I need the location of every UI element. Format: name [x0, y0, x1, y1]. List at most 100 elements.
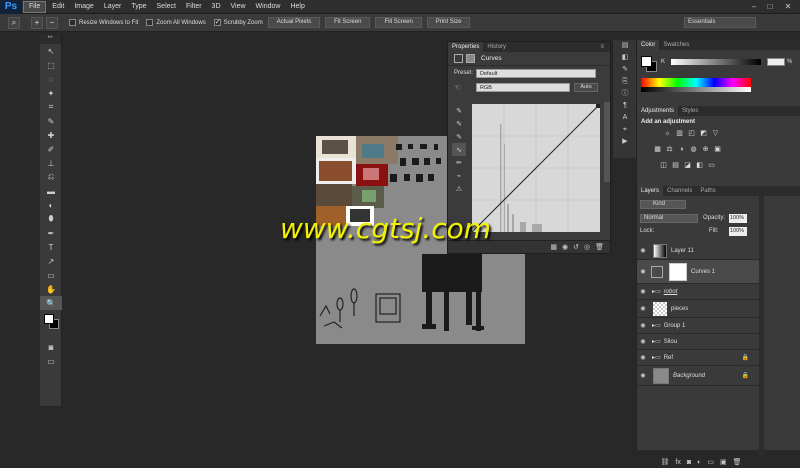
- fill-field[interactable]: 100%: [729, 227, 747, 236]
- path-select-tool-icon[interactable]: ↗: [40, 254, 62, 268]
- close-button[interactable]: ✕: [782, 1, 794, 12]
- black-point-icon[interactable]: ✎: [452, 104, 466, 117]
- tab-adjustments[interactable]: Adjustments: [637, 106, 679, 116]
- healing-brush-tool-icon[interactable]: ✚: [40, 128, 62, 142]
- hand-tool-icon[interactable]: ✋: [40, 282, 62, 296]
- foreground-color-swatch[interactable]: [44, 314, 54, 324]
- eye-icon[interactable]: ◉: [637, 354, 649, 361]
- smooth-icon[interactable]: ⌁: [452, 169, 466, 182]
- levels-icon[interactable]: ▥: [675, 130, 684, 138]
- maximize-button[interactable]: □: [764, 1, 776, 12]
- properties-icon[interactable]: ◧: [613, 52, 637, 64]
- blend-mode-select[interactable]: Normal: [640, 214, 698, 223]
- scrubby-zoom-checkbox[interactable]: ✓ Scrubby Zoom: [213, 19, 263, 26]
- checkbox-box[interactable]: [146, 19, 154, 26]
- tab-properties[interactable]: Properties: [448, 42, 484, 52]
- fit-screen-button[interactable]: Fit Screen: [325, 17, 371, 28]
- mask-icon[interactable]: [466, 54, 475, 63]
- folder-icon[interactable]: ▸▭: [652, 354, 661, 361]
- fill-screen-button[interactable]: Fill Screen: [375, 17, 422, 28]
- eye-icon[interactable]: ◉: [637, 268, 649, 275]
- eye-icon[interactable]: ◉: [637, 247, 649, 254]
- tab-history[interactable]: History: [483, 42, 510, 52]
- pen-tool-icon[interactable]: ✒: [40, 226, 62, 240]
- eye-icon[interactable]: ◉: [637, 322, 649, 329]
- tab-styles[interactable]: Styles: [678, 106, 702, 116]
- check-icon[interactable]: ✓: [213, 19, 221, 26]
- print-size-button[interactable]: Print Size: [426, 17, 471, 28]
- properties-scrollbar[interactable]: [604, 102, 610, 182]
- k-slider[interactable]: [671, 59, 761, 65]
- eye-icon[interactable]: ◉: [637, 288, 649, 295]
- screen-mode-icon[interactable]: ▭: [40, 354, 62, 368]
- layer-filter-select[interactable]: Kind: [640, 200, 686, 209]
- menu-view[interactable]: View: [226, 0, 251, 14]
- threshold-icon[interactable]: ◪: [683, 162, 692, 170]
- zoom-out-icon[interactable]: −: [46, 16, 58, 29]
- gray-point-icon[interactable]: ✎: [452, 117, 466, 130]
- tab-swatches[interactable]: Swatches: [659, 40, 693, 50]
- add-mask-icon[interactable]: ◙: [687, 459, 691, 466]
- layer-mask-thumbnail[interactable]: [669, 262, 687, 281]
- pencil-curve-icon[interactable]: ✏: [452, 156, 466, 169]
- fx-icon[interactable]: fx: [675, 459, 680, 466]
- dodge-tool-icon[interactable]: ⬮: [40, 212, 62, 226]
- menu-image[interactable]: Image: [69, 0, 98, 14]
- clone-source-icon[interactable]: ⎘: [613, 76, 637, 88]
- menu-layer[interactable]: Layer: [99, 0, 127, 14]
- zoom-all-windows-checkbox[interactable]: Zoom All Windows: [146, 19, 206, 26]
- resize-windows-checkbox[interactable]: Resize Windows to Fit: [69, 19, 138, 26]
- color-balance-icon[interactable]: ⚖: [665, 146, 674, 154]
- grayscale-ramp[interactable]: [641, 87, 751, 92]
- shape-tool-icon[interactable]: ▭: [40, 268, 62, 282]
- channel-select[interactable]: RGB: [476, 82, 570, 92]
- layer-row[interactable]: ◉ ▸▭ Group 1: [637, 318, 759, 334]
- folder-icon[interactable]: ▸▭: [652, 288, 661, 295]
- layer-row[interactable]: ◉ pieces: [637, 300, 759, 318]
- photo-filter-icon[interactable]: ◍: [689, 146, 698, 154]
- foreground-color-swatch[interactable]: [641, 56, 652, 67]
- selective-color-icon[interactable]: ◧: [695, 162, 704, 170]
- zoom-tool-icon[interactable]: ⌕: [8, 16, 20, 29]
- adjustment-layer-icon[interactable]: ◐: [697, 459, 701, 466]
- menu-help[interactable]: Help: [285, 0, 309, 14]
- channel-mixer-icon[interactable]: ⊕: [701, 146, 710, 154]
- minimize-button[interactable]: –: [748, 1, 760, 12]
- layer-row[interactable]: ◉ ▸▭ Ref 🔒: [637, 350, 759, 366]
- preset-select[interactable]: Default: [476, 68, 596, 78]
- view-previous-icon[interactable]: ◉: [562, 243, 568, 251]
- layers-scrollbar[interactable]: [759, 196, 764, 456]
- menu-type[interactable]: Type: [126, 0, 151, 14]
- quick-select-tool-icon[interactable]: ✦: [40, 86, 62, 100]
- color-lookup-icon[interactable]: ▣: [713, 146, 722, 154]
- gradient-map-icon[interactable]: ▭: [707, 162, 716, 170]
- tab-paths[interactable]: Paths: [696, 186, 719, 196]
- color-spectrum[interactable]: [641, 78, 751, 87]
- clone-stamp-tool-icon[interactable]: ⊥: [40, 156, 62, 170]
- character-icon[interactable]: A: [613, 112, 637, 124]
- menu-window[interactable]: Window: [251, 0, 286, 14]
- eyedropper-tool-icon[interactable]: ✎: [40, 114, 62, 128]
- trash-icon[interactable]: 🗑: [595, 243, 604, 251]
- gradient-tool-icon[interactable]: ◐: [40, 198, 62, 212]
- type-tool-icon[interactable]: T: [40, 240, 62, 254]
- histogram-warning-icon[interactable]: ⚠: [452, 182, 466, 195]
- eye-icon[interactable]: ◉: [637, 338, 649, 345]
- k-value-field[interactable]: [767, 58, 785, 66]
- brush-tool-icon[interactable]: ✐: [40, 142, 62, 156]
- crop-tool-icon[interactable]: ⌗: [40, 100, 62, 114]
- opacity-field[interactable]: 100%: [729, 214, 747, 223]
- history-brush-tool-icon[interactable]: ⎌: [40, 170, 62, 184]
- tab-layers[interactable]: Layers: [637, 186, 664, 196]
- trash-icon[interactable]: 🗑: [733, 458, 742, 466]
- layer-row[interactable]: ◉ Layer 11: [637, 242, 759, 260]
- quick-mask-icon[interactable]: ◙: [40, 340, 62, 354]
- navigator-icon[interactable]: ⌖: [613, 124, 637, 136]
- menu-filter[interactable]: Filter: [181, 0, 207, 14]
- lasso-tool-icon[interactable]: ◌: [40, 72, 62, 86]
- marquee-tool-icon[interactable]: ⬚: [40, 58, 62, 72]
- menu-edit[interactable]: Edit: [47, 0, 69, 14]
- checkbox-box[interactable]: [69, 19, 76, 26]
- brightness-icon[interactable]: ☼: [663, 130, 672, 138]
- menu-select[interactable]: Select: [152, 0, 181, 14]
